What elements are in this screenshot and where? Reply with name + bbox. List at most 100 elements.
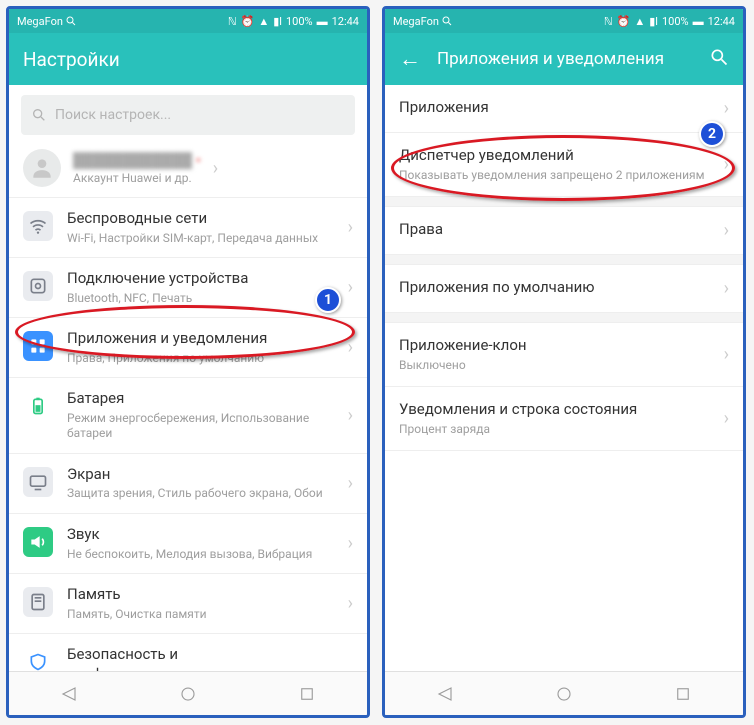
item-title: Звук [67, 525, 334, 545]
nav-recent-button[interactable] [296, 683, 318, 705]
item-title: Приложение-клон [399, 336, 710, 356]
account-text: ████████████• Аккаунт Huawei и др. [73, 152, 201, 185]
time-label: 12:44 [708, 15, 735, 28]
item-subtitle: Выключено [399, 358, 710, 374]
battery-label: 100% [662, 15, 689, 28]
settings-item[interactable]: Беспроводные сети Wi-Fi, Настройки SIM-к… [9, 198, 367, 258]
settings-item[interactable]: Батарея Режим энергосбережения, Использо… [9, 378, 367, 454]
chevron-right-icon: › [724, 154, 729, 175]
item-subtitle: Показывать уведомления запрещено 2 прило… [399, 168, 710, 184]
section-divider [385, 255, 743, 265]
status-bar: MegaFon ℕ ⏰ ▲ ▮l 100% ▬ 12:44 [385, 9, 743, 33]
chevron-right-icon: › [724, 408, 729, 429]
apps-icon [23, 331, 53, 361]
item-subtitle: Права, Приложения по умолчанию [67, 351, 334, 367]
alarm-icon: ⏰ [617, 15, 631, 28]
item-subtitle: Процент заряда [399, 422, 710, 438]
item-title: Экран [67, 465, 334, 485]
nav-home-button[interactable] [553, 683, 575, 705]
account-row[interactable]: ████████████• Аккаунт Huawei и др. › [9, 139, 367, 198]
chevron-right-icon: › [213, 158, 218, 179]
chevron-right-icon: › [348, 337, 353, 358]
chevron-right-icon: › [348, 533, 353, 554]
chevron-right-icon: › [348, 405, 353, 426]
item-subtitle: Не беспокоить, Мелодия вызова, Вибрация [67, 547, 334, 563]
list-item[interactable]: Приложения › [385, 85, 743, 133]
chevron-right-icon: › [724, 220, 729, 241]
section-divider [385, 197, 743, 207]
list-item[interactable]: Приложение-клон Выключено › [385, 323, 743, 387]
search-icon [441, 15, 453, 27]
wifi-icon: ▲ [634, 15, 645, 28]
item-subtitle: Память, Очистка памяти [67, 607, 334, 623]
page-title: Настройки [23, 48, 353, 71]
chevron-right-icon: › [348, 217, 353, 238]
battery-label: 100% [286, 15, 313, 28]
list-item[interactable]: Права › [385, 207, 743, 255]
item-title: Память [67, 585, 334, 605]
time-label: 12:44 [332, 15, 359, 28]
signal-icon: ▮l [273, 15, 282, 28]
nfc-icon: ℕ [604, 15, 613, 28]
app-bar: ← Приложения и уведомления [385, 33, 743, 85]
settings-item[interactable]: Экран Защита зрения, Стиль рабочего экра… [9, 454, 367, 514]
sound-icon [23, 527, 53, 557]
chevron-right-icon: › [724, 98, 729, 119]
alarm-icon: ⏰ [241, 15, 255, 28]
item-subtitle: Режим энергосбережения, Использование ба… [67, 411, 334, 442]
shield-icon [23, 647, 53, 671]
status-bar: MegaFon ℕ ⏰ ▲ ▮l 100% ▬ 12:44 [9, 9, 367, 33]
nav-back-button[interactable] [434, 683, 456, 705]
search-icon [31, 107, 47, 123]
account-sub: Аккаунт Huawei и др. [73, 171, 201, 185]
item-title: Приложения по умолчанию [399, 278, 710, 298]
wifi-icon [23, 211, 53, 241]
chevron-right-icon: › [348, 593, 353, 614]
item-title: Безопасность и конфиденциальность [67, 645, 334, 671]
settings-item[interactable]: Подключение устройства Bluetooth, NFC, П… [9, 258, 367, 318]
apps-list: Приложения › Диспетчер уведомлений Показ… [385, 85, 743, 671]
battery-icon: ▬ [317, 15, 328, 28]
item-subtitle: Wi-Fi, Настройки SIM-карт, Передача данн… [67, 231, 334, 247]
chevron-right-icon: › [348, 277, 353, 298]
search-button[interactable] [709, 47, 729, 72]
item-title: Батарея [67, 389, 334, 409]
battery-icon: ▬ [693, 15, 704, 28]
settings-item[interactable]: Звук Не беспокоить, Мелодия вызова, Вибр… [9, 514, 367, 574]
item-subtitle: Защита зрения, Стиль рабочего экрана, Об… [67, 486, 334, 502]
link-icon [23, 271, 53, 301]
item-subtitle: Bluetooth, NFC, Печать [67, 291, 334, 307]
back-button[interactable]: ← [399, 46, 421, 72]
annotation-badge-2: 2 [699, 121, 725, 147]
page-title: Приложения и уведомления [437, 49, 693, 69]
item-title: Приложения [399, 98, 710, 118]
chevron-right-icon: › [348, 473, 353, 494]
signal-icon: ▮l [649, 15, 658, 28]
search-input[interactable]: Поиск настроек... [21, 95, 355, 135]
app-bar: Настройки [9, 33, 367, 85]
item-title: Подключение устройства [67, 269, 334, 289]
nav-home-button[interactable] [177, 683, 199, 705]
storage-icon [23, 587, 53, 617]
list-item[interactable]: Уведомления и строка состояния Процент з… [385, 387, 743, 451]
item-title: Беспроводные сети [67, 209, 334, 229]
nav-bar [385, 671, 743, 715]
item-title: Приложения и уведомления [67, 329, 334, 349]
carrier-label: MegaFon [393, 15, 439, 28]
battery-icon [23, 391, 53, 421]
nav-recent-button[interactable] [672, 683, 694, 705]
item-title: Права [399, 220, 710, 240]
list-item[interactable]: Диспетчер уведомлений Показывать уведомл… [385, 133, 743, 197]
chevron-right-icon: › [724, 278, 729, 299]
list-item[interactable]: Приложения по умолчанию › [385, 265, 743, 313]
settings-item[interactable]: Приложения и уведомления Права, Приложен… [9, 318, 367, 378]
settings-item[interactable]: Память Память, Очистка памяти › [9, 574, 367, 634]
settings-item[interactable]: Безопасность и конфиденциальность Датчик… [9, 634, 367, 671]
nav-back-button[interactable] [58, 683, 80, 705]
search-placeholder: Поиск настроек... [55, 107, 171, 123]
annotation-badge-1: 1 [315, 287, 341, 313]
settings-list: Беспроводные сети Wi-Fi, Настройки SIM-к… [9, 198, 367, 671]
item-title: Уведомления и строка состояния [399, 400, 710, 420]
avatar [23, 149, 61, 187]
search-icon [65, 15, 77, 27]
